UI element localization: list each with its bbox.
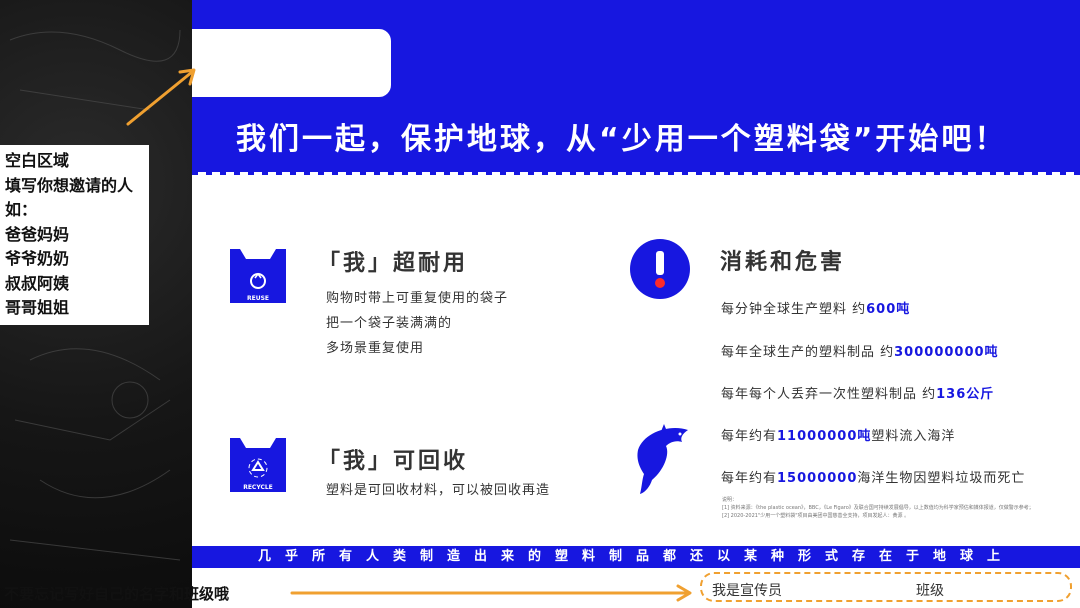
fact-text: 每年约有 — [721, 471, 778, 486]
note-line: 爷爷奶奶 — [5, 249, 70, 268]
reuse-line-1: 购物时带上可重复使用的袋子 — [326, 291, 509, 306]
harm-fact-5: 每年约有15000000海洋生物因塑料垃圾而死亡 — [721, 467, 1025, 486]
fact-value: 600吨 — [866, 302, 911, 317]
slide-headline: 我们一起，保护地球，从“少用一个塑料袋”开始吧！ — [236, 122, 1008, 157]
fact-text: 每年全球生产的塑料制品 约 — [721, 345, 895, 360]
reuse-line-2: 把一个袋子装满满的 — [326, 316, 453, 331]
fact-text: 每年约有 — [721, 429, 778, 444]
note-line: 填写你想邀请的人 — [5, 175, 134, 195]
invite-name-blank[interactable] — [192, 29, 391, 97]
name-label: 我是宣传员 — [712, 583, 782, 599]
name-class-box[interactable]: 我是宣传员 班级 — [700, 572, 1072, 602]
recycle-bag-label: RECYCLE — [243, 484, 273, 491]
note-line: 空白区域 — [5, 151, 70, 170]
recycle-heading: 「我」可回收 — [318, 449, 469, 474]
blank-area-note: 空白区域 填写你想邀请的人 如： 爸爸妈妈 爷爷奶奶 叔叔阿姨 哥哥姐姐 — [0, 145, 149, 325]
notes-title: 说明： — [722, 497, 738, 503]
fact-value: 15000000 — [777, 471, 858, 486]
harm-fact-4: 每年约有11000000吨塑料流入海洋 — [721, 425, 955, 444]
harm-fact-2: 每年全球生产的塑料制品 约300000000吨 — [721, 341, 999, 360]
notes-line-2: [2] 2020-2021"少用一个塑料袋"项目由美团中国慈善全支持，项目发起人… — [722, 513, 910, 519]
reuse-line-3: 多场景重复使用 — [326, 341, 425, 356]
note-line: 哥哥姐姐 — [5, 298, 70, 317]
fact-text: 每分钟全球生产塑料 约 — [721, 302, 867, 317]
reuse-bag-label: REUSE — [247, 295, 269, 302]
recycle-line-1: 塑料是可回收材料，可以被回收再造 — [326, 483, 551, 498]
name-hint: 不要忘记写好自己的名字和班级哦 — [4, 585, 230, 603]
slide: 我们一起，保护地球，从“少用一个塑料袋”开始吧！ REUSE 「我」超耐用 购物… — [192, 0, 1080, 608]
fact-text: 海洋生物因塑料垃圾而死亡 — [857, 471, 1026, 486]
dolphin-icon — [637, 424, 688, 494]
note-line: 叔叔阿姨 — [5, 273, 70, 293]
note-line: 爸爸妈妈 — [5, 224, 70, 244]
bottom-banner: 几乎所有人类制造出来的塑料制品都还以某种形式存在于地球上 — [192, 546, 1080, 568]
bottom-banner-text: 几乎所有人类制造出来的塑料制品都还以某种形式存在于地球上 — [257, 549, 1014, 564]
shopping-bag-icon: REUSE — [230, 249, 286, 303]
exclamation-icon — [630, 239, 690, 299]
notes-line-1: [1] 资料来源：《the plastic ocean》，BBC，《Le Fig… — [722, 505, 1034, 511]
reuse-heading: 「我」超耐用 — [318, 251, 469, 276]
fact-text: 每年每个人丢弃一次性塑料制品 约 — [721, 387, 937, 402]
harm-fact-3: 每年每个人丢弃一次性塑料制品 约136公斤 — [721, 383, 994, 402]
harm-fact-1: 每分钟全球生产塑料 约600吨 — [721, 298, 910, 317]
source-notes: 说明： [1] 资料来源：《the plastic ocean》，BBC，《Le… — [722, 496, 1067, 520]
shopping-bag-icon: RECYCLE — [230, 438, 286, 492]
top-banner: 我们一起，保护地球，从“少用一个塑料袋”开始吧！ — [192, 0, 1080, 172]
dashed-divider — [192, 169, 1080, 175]
fact-text: 塑料流入海洋 — [871, 429, 956, 444]
fact-value: 300000000吨 — [894, 345, 999, 360]
note-line: 如： — [5, 200, 38, 219]
fact-value: 11000000吨 — [777, 429, 872, 444]
harm-heading: 消耗和危害 — [720, 250, 846, 275]
class-label: 班级 — [916, 583, 944, 599]
fact-value: 136公斤 — [936, 387, 995, 402]
